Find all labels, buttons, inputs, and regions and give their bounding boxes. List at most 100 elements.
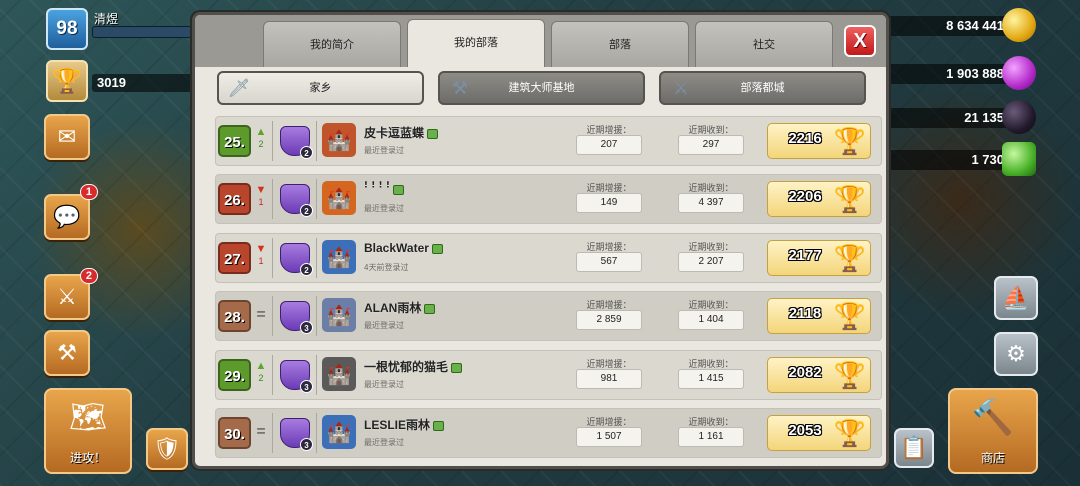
subtab-home-village[interactable]: 🗡 家乡 <box>217 71 424 105</box>
player-name: 清煜 <box>94 12 119 26</box>
trophy-icon: 🏆 <box>833 184 866 214</box>
league-icon: 2 <box>280 126 313 159</box>
clan-war-button[interactable]: ⚔ 2 <box>44 268 98 320</box>
clan-panel: 我的简介 我的部落 部落 社交 X 🗡 家乡 ⚒ 建筑大师基地 ⚔ 部落都城 2… <box>192 12 889 469</box>
war-badge: 2 <box>79 268 98 284</box>
trend-eq-icon: = <box>256 306 266 323</box>
close-button[interactable]: X <box>844 25 876 57</box>
gold-counter: 8 634 441 <box>884 8 1036 42</box>
trophy-icon[interactable]: 🏆 <box>46 60 88 102</box>
map-icon: 🗺 <box>68 401 108 434</box>
trophy-count: 3019 <box>92 74 192 92</box>
gold-icon <box>1002 8 1036 42</box>
shield-button[interactable]: 🛡 <box>146 428 188 470</box>
divider <box>272 238 273 278</box>
divider <box>316 179 317 219</box>
received-value: 1 161 <box>678 427 744 447</box>
shop-icon: 🔨 <box>971 399 1015 437</box>
league-level: 3 <box>300 438 313 451</box>
tab-my-clan[interactable]: 我的部落 <box>407 19 545 67</box>
divider <box>272 179 273 219</box>
trend-down-icon: ▼ <box>255 184 267 196</box>
member-row[interactable]: 27. ▼ 1 2 🏰 BlackWater 4天前登录过 近期增援： 567 … <box>215 233 882 283</box>
player-name[interactable]: BlackWater <box>364 241 443 255</box>
chat-tag-icon <box>427 128 439 139</box>
tab-clans[interactable]: 部落 <box>551 21 689 67</box>
donated-value: 2 859 <box>576 310 642 330</box>
tab-my-profile[interactable]: 我的简介 <box>263 21 401 67</box>
trophy-box: 2206 🏆 <box>767 181 871 217</box>
crossed-swords-icon: ⚔ <box>672 78 690 98</box>
trophy-box: 2216 🏆 <box>767 123 871 159</box>
boat-icon: ⛵ <box>1002 285 1030 310</box>
received-value: 1 415 <box>678 369 744 389</box>
chat-tag-icon <box>431 243 443 254</box>
league-level: 3 <box>300 321 313 334</box>
subtab-clan-capital[interactable]: ⚔ 部落都城 <box>659 71 866 105</box>
elixir-icon <box>1002 56 1036 90</box>
gem-counter[interactable]: 1 730 <box>884 142 1036 176</box>
chat-button[interactable]: 💬 1 <box>44 184 98 240</box>
league-level: 2 <box>300 263 313 276</box>
trend-amount: 1 <box>258 256 264 266</box>
received-value: 1 404 <box>678 310 744 330</box>
trend-eq-icon: = <box>256 423 266 440</box>
mail-button[interactable]: ✉ <box>44 114 90 160</box>
rank-badge: 28. <box>218 300 251 332</box>
builder-button[interactable]: ⚒ <box>44 330 90 376</box>
tab-social[interactable]: 社交 <box>695 21 833 67</box>
subtab-builder-base[interactable]: ⚒ 建筑大师基地 <box>438 71 645 105</box>
rank-trend: = <box>254 419 268 441</box>
divider <box>272 296 273 336</box>
league-icon: 3 <box>280 418 313 451</box>
shop-button[interactable]: 🔨 商店 <box>948 388 1038 474</box>
member-row[interactable]: 29. ▲ 2 3 🏰 一根忧郁的猫毛 最近登录过 近期增援： 981 近期收到… <box>215 350 882 400</box>
sword-icon: 🗡 <box>227 78 251 98</box>
member-row[interactable]: 26. ▼ 1 2 🏰 ꜝ ꜝ ꜝ ꜝ 最近登录过 近期增援： 149 近期收到… <box>215 174 882 224</box>
home-village-switch-button[interactable]: ⛵ <box>994 276 1038 320</box>
rank-badge: 26. <box>218 183 251 215</box>
donated-value: 207 <box>576 135 642 155</box>
player-name[interactable]: 皮卡逗蓝蝶 <box>364 124 439 141</box>
trend-up-icon: ▲ <box>255 126 267 138</box>
clipboard-icon: 📋 <box>900 435 928 460</box>
league-level: 2 <box>300 146 313 159</box>
player-name[interactable]: LESLIE雨林 <box>364 416 445 433</box>
rank-badge: 29. <box>218 359 251 391</box>
town-hall-icon: 🏰 <box>322 415 356 449</box>
chat-tag-icon <box>393 184 404 195</box>
trophy-value: 2082 <box>788 364 822 381</box>
player-name[interactable]: ALAN雨林 <box>364 299 436 316</box>
league-icon: 3 <box>280 360 313 393</box>
donated-value: 567 <box>576 252 642 272</box>
received-value: 297 <box>678 135 744 155</box>
member-row[interactable]: 28. = 3 🏰 ALAN雨林 最近登录过 近期增援： 2 859 近期收到：… <box>215 291 882 341</box>
gear-icon: ⚙ <box>1006 341 1026 366</box>
chat-icon: 💬 <box>53 204 81 229</box>
member-row[interactable]: 25. ▲ 2 2 🏰 皮卡逗蓝蝶 最近登录过 近期增援： 207 近期收到： … <box>215 116 882 166</box>
trend-amount: 1 <box>258 197 264 207</box>
member-row[interactable]: 30. = 3 🏰 LESLIE雨林 最近登录过 近期增援： 1 507 近期收… <box>215 408 882 458</box>
trophy-box: 2177 🏆 <box>767 240 871 276</box>
dark-elixir-icon <box>1002 100 1036 134</box>
trophy-value: 2053 <box>788 422 822 439</box>
xp-level-badge[interactable]: 98 <box>46 8 88 50</box>
trophy-box: 2053 🏆 <box>767 415 871 451</box>
trophy-icon: 🏆 <box>833 360 866 390</box>
league-level: 2 <box>300 204 313 217</box>
donated-value: 981 <box>576 369 642 389</box>
player-name[interactable]: 一根忧郁的猫毛 <box>364 358 463 375</box>
player-name[interactable]: ꜝ ꜝ ꜝ ꜝ <box>364 182 404 196</box>
trophy-icon: 🏆 <box>833 243 866 273</box>
divider <box>316 121 317 161</box>
trend-amount: 2 <box>258 373 264 383</box>
attack-button[interactable]: 🗺 进攻！ <box>44 388 132 474</box>
trend-down-icon: ▼ <box>255 243 267 255</box>
rank-trend: ▲ 2 <box>254 127 268 150</box>
league-level: 3 <box>300 380 313 393</box>
trophy-value: 2216 <box>788 130 822 147</box>
elixir-counter: 1 903 888 <box>884 56 1036 90</box>
settings-button[interactable]: ⚙ <box>994 332 1038 376</box>
mail-icon: ✉ <box>57 124 77 149</box>
layout-button[interactable]: 📋 <box>894 428 934 468</box>
